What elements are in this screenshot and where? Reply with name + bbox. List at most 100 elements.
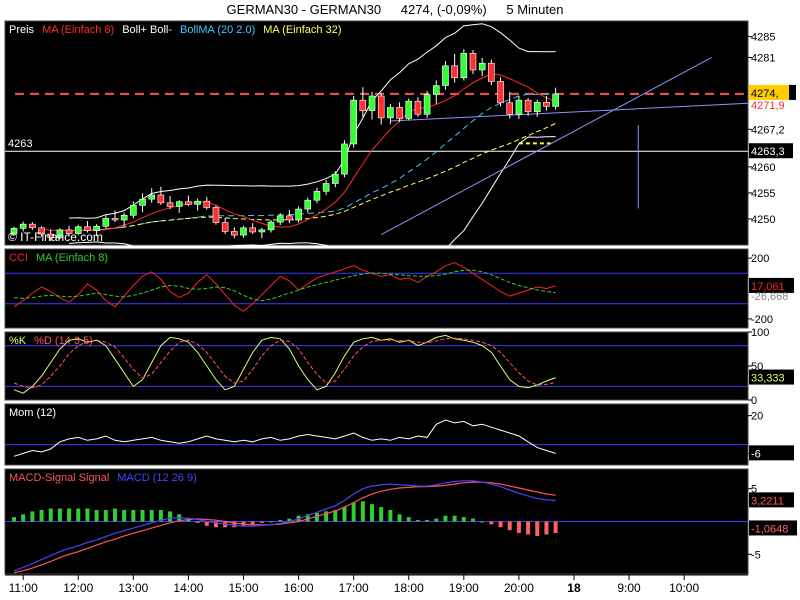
- candle-body: [231, 231, 238, 236]
- macd-histogram-bar: [471, 518, 475, 522]
- panel-mom-tick-label: 20: [751, 411, 763, 423]
- macd-histogram-bar: [269, 521, 274, 523]
- panel-price-tick-label: 4255: [751, 188, 775, 200]
- macd-histogram-bar: [461, 517, 466, 522]
- panel-stoch-tick-label: 0: [751, 395, 757, 407]
- x-axis-label: 10:00: [669, 581, 699, 595]
- panel-macd-tick-label: -5: [751, 549, 761, 561]
- chart-title: GERMAN30 - GERMAN30: [227, 2, 382, 17]
- panel-mom-legend: Mom (12): [9, 407, 56, 419]
- candle-body: [377, 95, 385, 119]
- legend-entry: Preis: [9, 24, 35, 36]
- candle-body: [212, 207, 220, 223]
- candle-body: [524, 99, 532, 112]
- macd-histogram-bar: [443, 515, 448, 522]
- macd-histogram-bar: [140, 509, 145, 522]
- x-axis-label: 16:00: [284, 581, 314, 595]
- macd-histogram-bar: [498, 521, 503, 528]
- candle-body: [543, 101, 550, 107]
- candle-body: [359, 99, 367, 111]
- panel-price-tick-label: 4260: [751, 162, 775, 174]
- macd-histogram-bar: [535, 521, 540, 536]
- candle-body: [258, 229, 266, 233]
- candle-body: [405, 100, 413, 119]
- candle-body: [240, 227, 247, 236]
- candle-body: [148, 194, 155, 200]
- macd-histogram-bar: [388, 509, 393, 522]
- macd-value-label-2: -1,0648: [751, 523, 788, 535]
- candle-body: [396, 107, 403, 119]
- candle-body: [350, 99, 357, 145]
- macd-histogram-bar: [131, 509, 136, 522]
- panel-price-background: [4, 20, 749, 246]
- macd-histogram-bar: [39, 509, 44, 522]
- panel-cci-background: [4, 248, 749, 329]
- candle-body: [203, 200, 211, 208]
- macd-histogram-bar: [425, 520, 430, 522]
- macd-histogram-bar: [360, 501, 365, 522]
- x-axis-label: 18: [567, 581, 581, 595]
- candle-body: [414, 100, 422, 115]
- macd-histogram-bar: [259, 521, 264, 523]
- macd-histogram-bar: [250, 521, 255, 525]
- x-axis-label: 14:00: [173, 581, 203, 595]
- panel-stoch-value-label: 33,333: [751, 373, 785, 385]
- panel-cci-tick-label: 200: [751, 253, 769, 265]
- candle-body: [313, 191, 321, 201]
- macd-histogram-bar: [149, 509, 154, 522]
- candle-body: [478, 62, 486, 71]
- candle-body: [249, 227, 256, 233]
- macd-histogram-bar: [57, 508, 62, 522]
- macd-histogram-bar: [278, 520, 283, 522]
- chart-quote: 4274, (-0,09%): [401, 2, 487, 17]
- macd-histogram-bar: [489, 521, 494, 525]
- macd-histogram-bar: [195, 521, 200, 523]
- macd-histogram-bar: [507, 521, 512, 531]
- candle-body: [175, 201, 183, 207]
- macd-histogram-bar: [103, 509, 108, 522]
- legend-entry: %K: [9, 335, 27, 347]
- copyright-label: © IT-Finance.com: [8, 230, 103, 244]
- macd-histogram-bar: [48, 508, 53, 522]
- x-axis-label: 18:00: [394, 581, 424, 595]
- x-axis-label: 9:00: [617, 581, 641, 595]
- panel-mom: 20-6Mom (12)-6: [4, 403, 794, 466]
- x-axis-label: 15:00: [228, 581, 258, 595]
- x-axis-label: 17:00: [339, 581, 369, 595]
- macd-histogram-bar: [397, 514, 402, 522]
- candle-body: [157, 194, 165, 204]
- panel-macd-legend: MACD-Signal Signal MACD (12 26 9): [9, 472, 197, 484]
- current-price-label: 4274,: [751, 88, 779, 100]
- candle-body: [533, 101, 541, 112]
- current-price-arrow: [789, 84, 796, 100]
- panel-macd: 5-5MACD-Signal Signal MACD (12 26 9)3,221…: [4, 468, 797, 575]
- candle-body: [488, 62, 495, 82]
- macd-histogram-bar: [12, 517, 16, 522]
- panel-price-tick-label: 4285: [751, 32, 775, 44]
- panel-stoch-background: [4, 331, 749, 401]
- panel-mom-background: [4, 403, 749, 466]
- macd-histogram-bar: [480, 521, 485, 523]
- candle-body: [267, 221, 275, 231]
- macd-histogram-bar: [379, 507, 384, 522]
- support-level-left-label: 4263: [8, 138, 32, 150]
- x-axis-label: 11:00: [9, 581, 38, 595]
- macd-histogram-bar: [516, 521, 521, 534]
- macd-histogram-bar: [434, 518, 439, 522]
- panel-cci-value-label-2: -26,668: [751, 291, 788, 303]
- candle-body: [29, 223, 36, 229]
- legend-entry: Boll+ Boll-: [122, 24, 172, 36]
- legend-entry: BollMA (20 2.0): [180, 24, 255, 36]
- candle-body: [322, 183, 330, 192]
- legend-entry: MA (Einfach 8): [36, 252, 108, 264]
- candle-body: [515, 99, 523, 115]
- candle-body: [331, 173, 339, 184]
- legend-entry: MA (Einfach 32): [263, 24, 341, 36]
- chart-canvas: GERMAN30 - GERMAN30 4274, (-0,09%) 5 Min…: [0, 0, 800, 600]
- candle-body: [139, 198, 146, 206]
- macd-histogram-bar: [122, 509, 127, 522]
- panel-stoch: 100500%K %D (14 3 5)33,333: [4, 327, 794, 407]
- macd-value-label: 3,2211: [751, 495, 784, 507]
- candle-body: [451, 65, 458, 79]
- candle-body: [276, 215, 284, 223]
